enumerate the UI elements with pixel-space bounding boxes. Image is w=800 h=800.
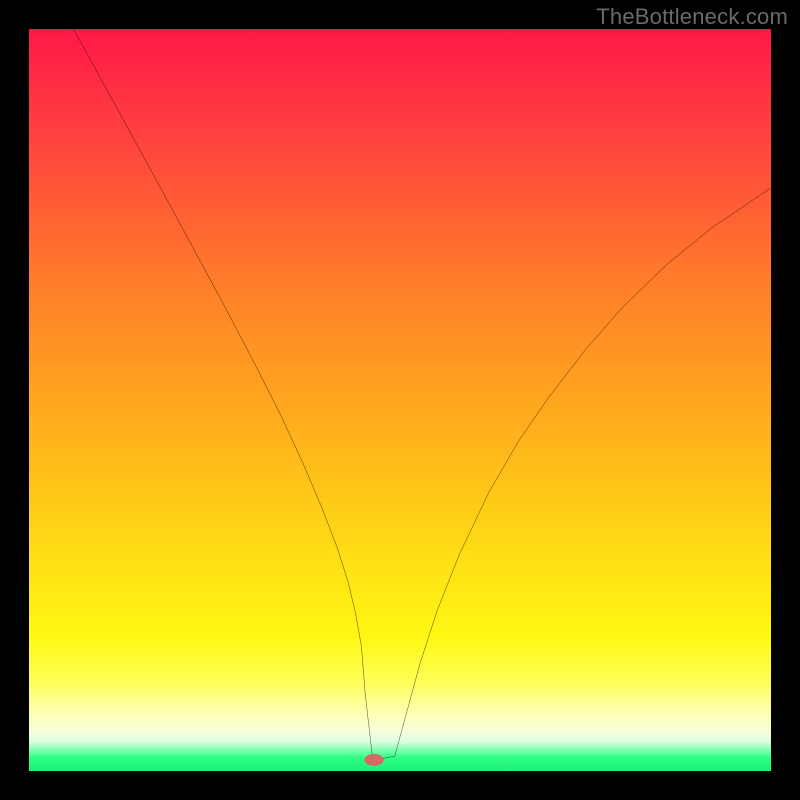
bottleneck-marker: [364, 754, 383, 766]
bottleneck-curve: [74, 29, 771, 759]
chart-plot: [29, 29, 771, 771]
chart-frame: TheBottleneck.com: [0, 0, 800, 800]
watermark-text: TheBottleneck.com: [596, 4, 788, 30]
